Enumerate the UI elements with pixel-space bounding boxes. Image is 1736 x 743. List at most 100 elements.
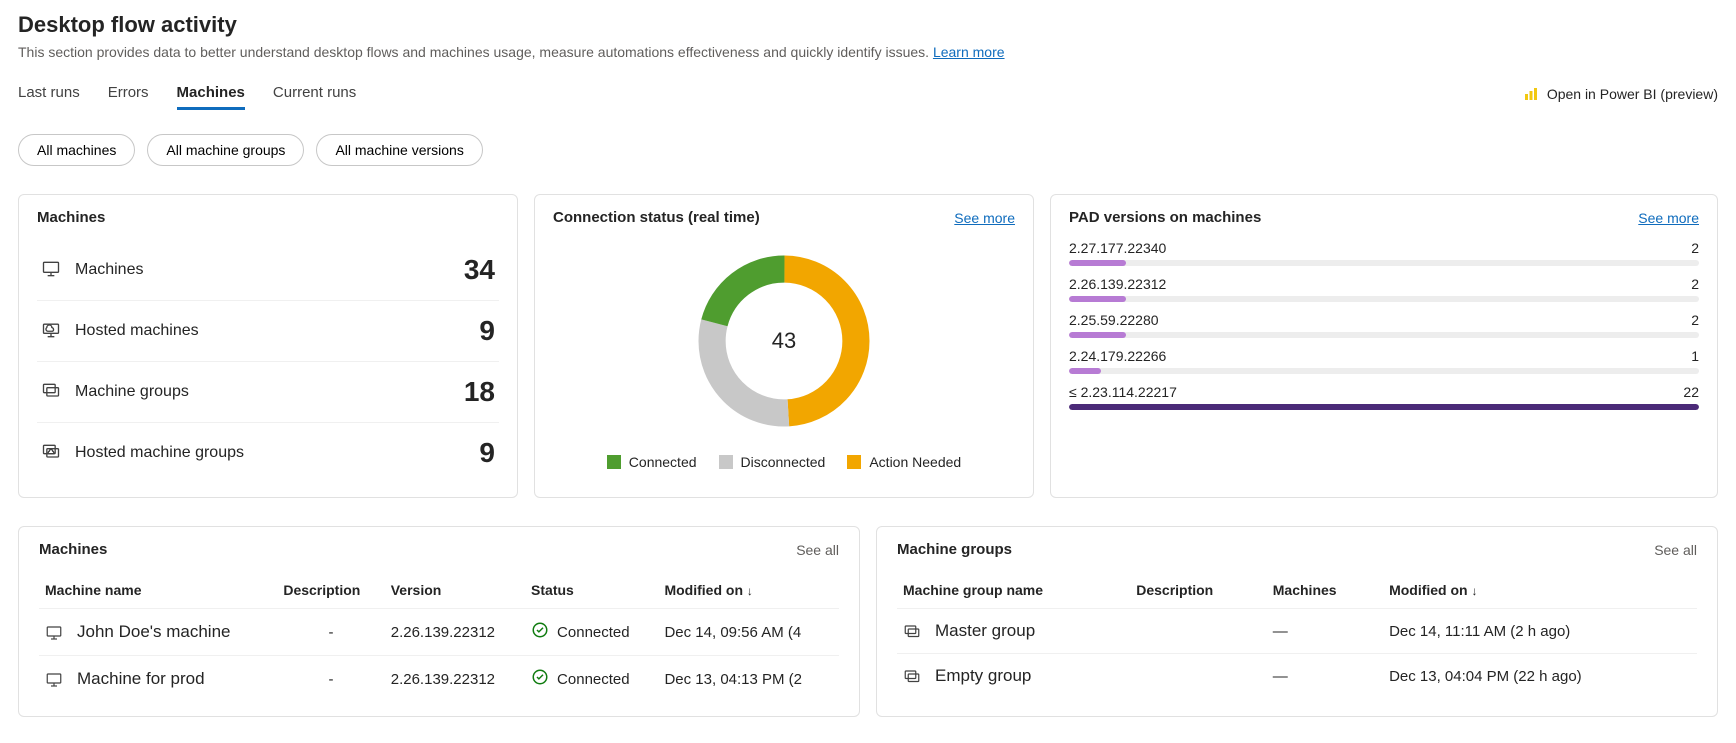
version-count: 2 xyxy=(1691,276,1699,292)
machine-status: Connected xyxy=(557,671,630,688)
stat-row[interactable]: Machines 34 xyxy=(37,240,499,301)
version-bar-fill xyxy=(1069,260,1126,266)
stat-label: Hosted machine groups xyxy=(75,444,244,462)
version-row[interactable]: 2.26.139.22312 2 xyxy=(1069,276,1699,302)
machines-th-name[interactable]: Machine name xyxy=(39,572,277,609)
group-icon xyxy=(41,381,61,404)
filters-row: All machines All machine groups All mach… xyxy=(18,134,1718,166)
version-label: 2.27.177.22340 xyxy=(1069,240,1166,256)
version-bar-fill xyxy=(1069,332,1126,338)
filter-all-machines[interactable]: All machines xyxy=(18,134,135,166)
machines-th-desc[interactable]: Description xyxy=(277,572,384,609)
page-subtitle: This section provides data to better und… xyxy=(18,44,1718,60)
open-power-bi-button[interactable]: Open in Power BI (preview) xyxy=(1523,86,1718,102)
status-check-icon xyxy=(531,621,549,643)
stat-row[interactable]: Machine groups 18 xyxy=(37,362,499,423)
groups-table: Machine group name Description Machines … xyxy=(897,572,1697,698)
machines-table-card: Machines See all Machine name Descriptio… xyxy=(18,526,860,717)
pad-versions-card: PAD versions on machines See more 2.27.1… xyxy=(1050,194,1718,498)
connection-see-more-link[interactable]: See more xyxy=(954,210,1015,226)
machine-desc: - xyxy=(277,609,384,656)
connection-donut-chart: 43 xyxy=(689,246,879,436)
tabs-row: Last runs Errors Machines Current runs O… xyxy=(18,78,1718,110)
learn-more-link[interactable]: Learn more xyxy=(933,44,1005,60)
legend-connected: Connected xyxy=(607,454,697,470)
filter-all-machine-versions[interactable]: All machine versions xyxy=(316,134,482,166)
groups-th-machines[interactable]: Machines xyxy=(1267,572,1383,609)
machines-th-modified[interactable]: Modified on ↓ xyxy=(658,572,839,609)
version-bar xyxy=(1069,332,1699,338)
version-label: 2.25.59.22280 xyxy=(1069,312,1159,328)
machine-name: John Doe's machine xyxy=(77,622,231,641)
tab-errors[interactable]: Errors xyxy=(108,78,149,110)
machine-name: Machine for prod xyxy=(77,669,205,688)
stat-label: Machine groups xyxy=(75,383,189,401)
stat-label: Hosted machines xyxy=(75,322,199,340)
version-label: 2.24.179.22266 xyxy=(1069,348,1166,364)
version-bar xyxy=(1069,368,1699,374)
version-row[interactable]: 2.25.59.22280 2 xyxy=(1069,312,1699,338)
version-count: 2 xyxy=(1691,312,1699,328)
stat-value: 9 xyxy=(479,437,495,469)
status-check-icon xyxy=(531,668,549,690)
groups-table-card: Machine groups See all Machine group nam… xyxy=(876,526,1718,717)
version-bar-fill xyxy=(1069,404,1699,410)
stat-value: 9 xyxy=(479,315,495,347)
stat-value: 34 xyxy=(464,254,495,286)
table-row[interactable]: Machine for prod-2.26.139.22312Connected… xyxy=(39,656,839,703)
groups-table-title: Machine groups xyxy=(897,541,1012,558)
machines-see-all-link[interactable]: See all xyxy=(796,542,839,558)
stat-row[interactable]: Hosted machine groups 9 xyxy=(37,423,499,483)
machines-th-status[interactable]: Status xyxy=(525,572,658,609)
groups-th-name[interactable]: Machine group name xyxy=(897,572,1130,609)
page-title: Desktop flow activity xyxy=(18,12,1718,38)
sort-down-icon: ↓ xyxy=(1472,584,1478,598)
version-row[interactable]: ≤ 2.23.114.2221722 xyxy=(1069,384,1699,410)
table-row[interactable]: John Doe's machine -2.26.139.22312 Connect… xyxy=(39,609,839,656)
group-machines: — xyxy=(1267,609,1383,654)
stat-row[interactable]: Hosted machines 9 xyxy=(37,301,499,362)
sort-down-icon: ↓ xyxy=(747,584,753,598)
connection-status-card: Connection status (real time) See more 4… xyxy=(534,194,1034,498)
groups-th-modified[interactable]: Modified on ↓ xyxy=(1383,572,1697,609)
filter-all-machine-groups[interactable]: All machine groups xyxy=(147,134,304,166)
machines-summary-card: Machines Machines34Hosted machines9Machi… xyxy=(18,194,518,498)
machine-status: Connected xyxy=(557,624,630,641)
tables-row: Machines See all Machine name Descriptio… xyxy=(18,526,1718,717)
machines-th-version[interactable]: Version xyxy=(385,572,525,609)
stat-label: Machines xyxy=(75,261,143,279)
version-row[interactable]: 2.27.177.223402 xyxy=(1069,240,1699,266)
groups-th-desc[interactable]: Description xyxy=(1130,572,1267,609)
machine-desc: - xyxy=(277,656,384,703)
machine-icon xyxy=(45,671,77,688)
tab-current-runs[interactable]: Current runs xyxy=(273,78,356,110)
version-bar-fill xyxy=(1069,368,1101,374)
hosted-icon xyxy=(41,320,61,343)
version-row[interactable]: 2.24.179.222661 xyxy=(1069,348,1699,374)
machines-table: Machine name Description Version Status … xyxy=(39,572,839,702)
pad-see-more-link[interactable]: See more xyxy=(1638,210,1699,226)
pad-card-title: PAD versions on machines xyxy=(1069,209,1261,226)
machine-group-icon xyxy=(903,668,935,685)
group-modified: Dec 13, 04:04 PM (22 h ago) xyxy=(1383,654,1697,699)
tabs: Last runs Errors Machines Current runs xyxy=(18,78,356,110)
machine-version: 2.26.139.22312 xyxy=(385,609,525,656)
version-label: 2.26.139.22312 xyxy=(1069,276,1166,292)
version-count: 22 xyxy=(1683,384,1699,400)
version-bar xyxy=(1069,260,1699,266)
machine-icon xyxy=(41,259,61,282)
tab-machines[interactable]: Machines xyxy=(177,78,245,110)
legend-action: Action Needed xyxy=(847,454,961,470)
tab-last-runs[interactable]: Last runs xyxy=(18,78,80,110)
power-bi-icon xyxy=(1523,86,1539,102)
donut-total: 43 xyxy=(689,246,879,436)
legend-disconnected: Disconnected xyxy=(719,454,826,470)
machine-modified: Dec 13, 04:13 PM (2 xyxy=(658,656,839,703)
table-row[interactable]: Master group—Dec 14, 11:11 AM (2 h ago) xyxy=(897,609,1697,654)
groups-see-all-link[interactable]: See all xyxy=(1654,542,1697,558)
group-machines: — xyxy=(1267,654,1383,699)
legend-disconnected-label: Disconnected xyxy=(741,454,826,470)
version-bar-fill xyxy=(1069,296,1126,302)
stat-value: 18 xyxy=(464,376,495,408)
table-row[interactable]: Empty group—Dec 13, 04:04 PM (22 h ago) xyxy=(897,654,1697,699)
